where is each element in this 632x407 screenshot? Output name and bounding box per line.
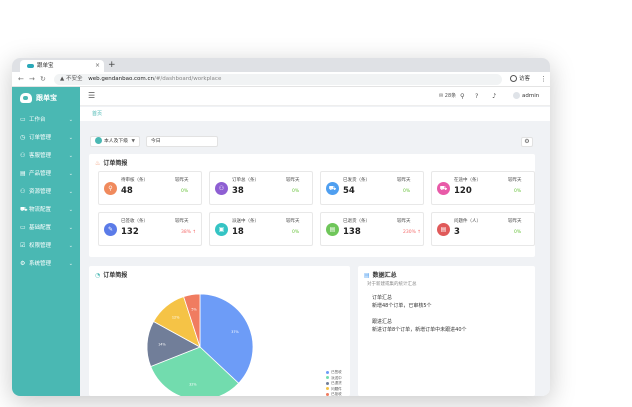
close-tab-icon[interactable]: × (95, 60, 100, 72)
data-summary-panel: ▤ 数据汇总 对于新建或集的统计汇总 订单汇总 新增48个订单，已审核5个 跟进汇… (358, 266, 535, 396)
pie-slice-label-0: 37% (231, 330, 239, 334)
legend-swatch (326, 392, 329, 396)
browser-window: 跟单宝 × + ← → ↻ ▲ 不安全 web.gendanbao.com.cn… (12, 58, 550, 396)
pie-slice-label-3: 12% (172, 316, 180, 320)
legend-label: 派送中 (331, 375, 342, 380)
pie-legend: 已签收 派送中 已退货 问题件 已拒收 (326, 370, 342, 396)
legend-swatch (326, 381, 329, 385)
summary-title-text: 数据汇总 (372, 272, 397, 279)
address-bar-row: ← → ↻ ▲ 不安全 web.gendanbao.com.cn/#/dashb… (12, 72, 550, 87)
url-input[interactable]: ▲ 不安全 web.gendanbao.com.cn/#/dashboard/w… (54, 74, 502, 85)
profile-button[interactable]: 访客 (510, 75, 530, 84)
favicon-icon (27, 64, 34, 68)
followup-summary-text: 新进订单8个订单，新增订单中未跟进40个 (372, 327, 467, 333)
warning-icon: ▲ (60, 76, 65, 82)
legend-item[interactable]: 已拒收 (326, 392, 342, 396)
profile-icon (510, 75, 517, 82)
browser-menu-icon[interactable]: ⋮ (540, 75, 547, 84)
legend-label: 问题件 (331, 386, 342, 391)
legend-swatch (326, 370, 329, 374)
browser-tab[interactable]: 跟单宝 × (20, 60, 104, 72)
order-summary-heading: 订单汇总 (372, 295, 393, 301)
calendar-icon: ▤ (364, 272, 370, 279)
profile-label: 访客 (519, 76, 531, 82)
legend-label: 已退货 (331, 381, 342, 385)
legend-swatch (326, 387, 329, 390)
tab-title: 跟单宝 (37, 63, 54, 69)
back-icon[interactable]: ← (18, 74, 24, 85)
legend-swatch (326, 376, 329, 379)
pie-slice-label-4: 5% (191, 307, 197, 311)
url-path: /#/dashboard/workplace (153, 76, 222, 82)
pie-slice-label-1: 32% (189, 382, 197, 386)
app-page: 跟单宝 ▭ 工作台 ⌄ ◷ 订单管理 ⌄ ⚇ 客服管理 ⌄ ▤ 产品管理 ⌄ ⚇ 资源管理 ⌄ ⛟ 物流配置 ⌄ ▭… (12, 87, 550, 396)
followup-summary-heading: 跟进汇总 (372, 319, 393, 325)
new-tab-button[interactable]: + (108, 59, 116, 71)
summary-subtitle: 对于新建或集的统计汇总 (367, 282, 417, 287)
security-label: 不安全 (65, 76, 83, 82)
legend-label: 已拒收 (331, 392, 342, 396)
reload-icon[interactable]: ↻ (40, 74, 46, 85)
summary-title: ▤ 数据汇总 (364, 271, 397, 280)
tab-strip: 跟单宝 × + (12, 58, 550, 72)
order-summary-text: 新增48个订单，已审核5个 (372, 303, 432, 309)
forward-icon[interactable]: → (29, 74, 35, 85)
pie-slice-label-2: 14% (158, 343, 166, 347)
url-host: web.gendanbao.com.cn (88, 76, 154, 82)
legend-label: 已签收 (331, 370, 342, 374)
